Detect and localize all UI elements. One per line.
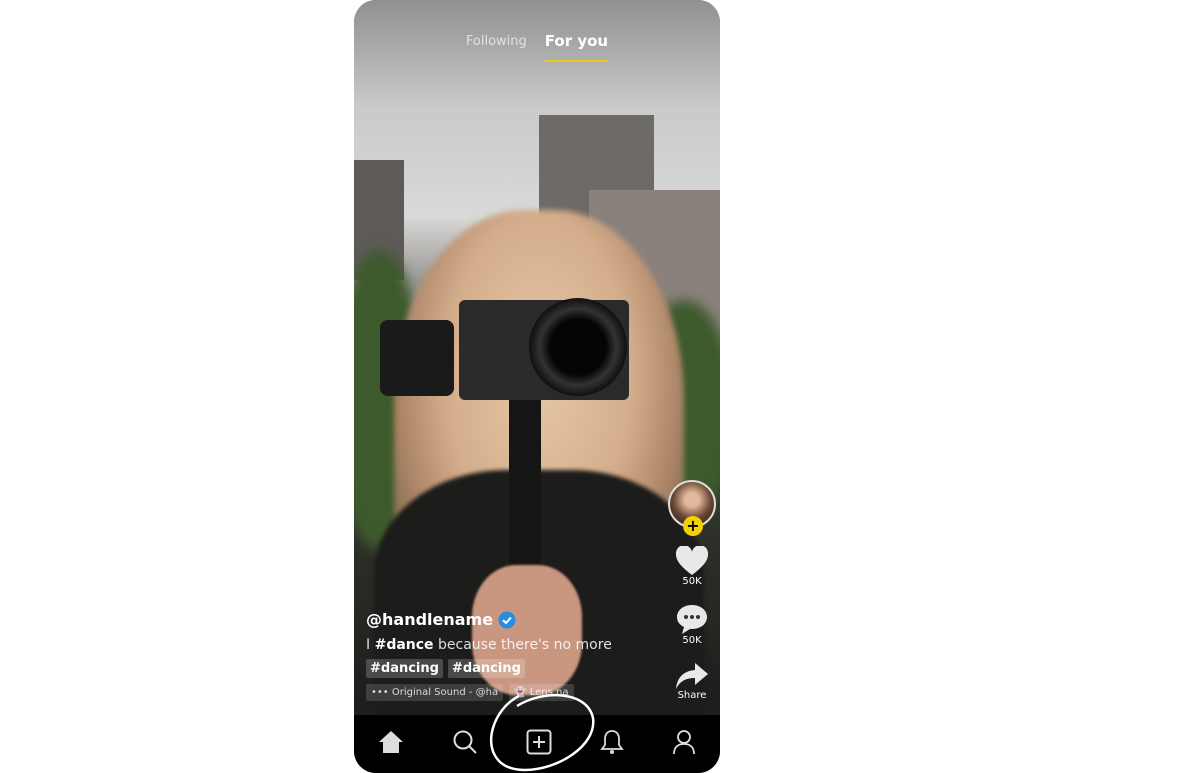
share-button[interactable]: Share [675, 662, 709, 701]
hashtag-chip[interactable]: #dancing [447, 659, 525, 678]
post-caption: @handlename I #dance because there's no … [366, 610, 612, 701]
description-prefix: I [366, 637, 375, 653]
comment-icon [677, 605, 707, 634]
nav-profile-icon[interactable] [672, 729, 696, 759]
creator-handle[interactable]: @handlename [366, 610, 612, 629]
follow-plus-icon[interactable]: + [683, 516, 703, 536]
description-hashtag[interactable]: #dance [375, 637, 434, 653]
lens-label: Lens na [529, 687, 569, 698]
feed-tabs: Following For you [354, 32, 720, 62]
share-label: Share [677, 690, 707, 701]
gimbal-motor [380, 320, 454, 396]
creator-avatar[interactable]: + [668, 480, 716, 536]
comment-button[interactable]: 50K [675, 603, 709, 646]
lens-chip[interactable]: 👻 Lens na [509, 684, 574, 701]
verified-badge-icon [498, 611, 516, 628]
nav-search-icon[interactable] [452, 729, 478, 759]
camera-lens [529, 298, 627, 396]
sound-row: ••• Original Sound - @ha 👻 Lens na [366, 684, 612, 701]
hashtag-chip[interactable]: #dancing [366, 659, 443, 678]
post-description: I #dance because there's no more [366, 637, 612, 653]
handle-text: @handlename [366, 610, 494, 629]
description-text: because there's no more [433, 637, 612, 653]
sound-chip[interactable]: ••• Original Sound - @ha [366, 684, 504, 701]
nav-create-icon[interactable] [526, 729, 552, 759]
nav-home-icon[interactable] [378, 730, 404, 758]
sound-label: Original Sound - @ha [391, 687, 499, 698]
nav-bell-icon[interactable] [600, 729, 624, 759]
like-button[interactable]: 50K [675, 546, 709, 587]
heart-icon [675, 546, 709, 575]
tab-for-you[interactable]: For you [544, 32, 609, 62]
bottom-nav [354, 715, 720, 773]
tab-following[interactable]: Following [466, 34, 527, 62]
action-rail: + 50K 50K Share [668, 480, 716, 701]
phone-screen: Following For you + 50K 50K Share @handl… [354, 0, 720, 773]
comment-count: 50K [682, 635, 702, 646]
hashtag-list: #dancing #dancing [366, 659, 612, 678]
like-count: 50K [682, 576, 702, 587]
share-icon [676, 663, 708, 689]
